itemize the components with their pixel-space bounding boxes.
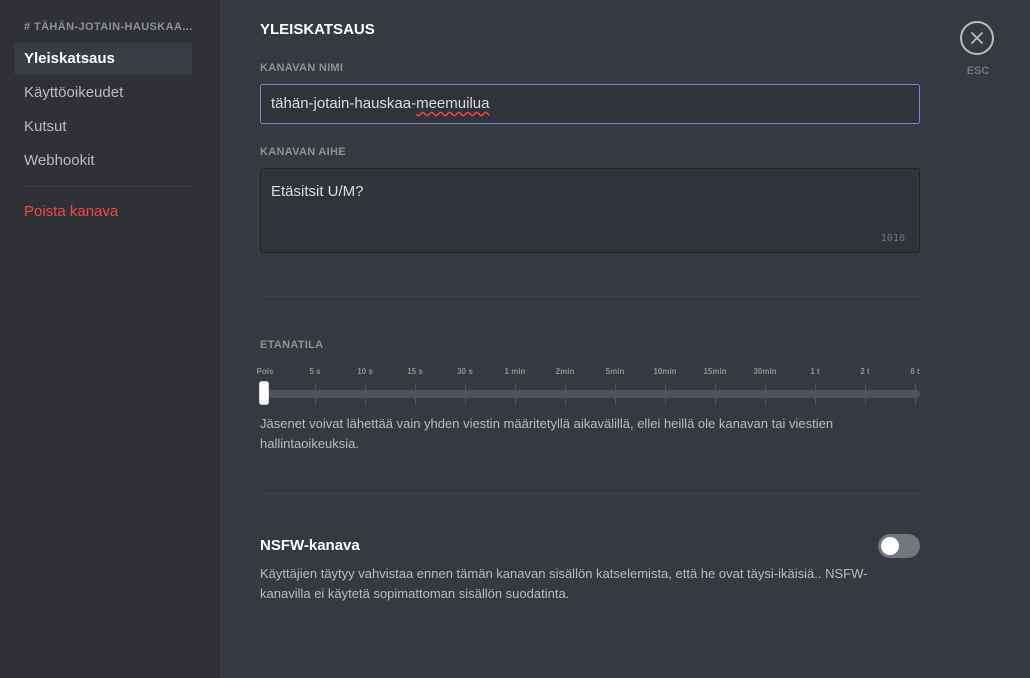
nsfw-toggle[interactable]: [878, 534, 920, 558]
slowmode-tick-label[interactable]: 30 s: [457, 367, 473, 376]
section-divider: [260, 493, 920, 494]
sidebar-item-invites[interactable]: Kutsut: [14, 111, 192, 143]
slowmode-tick-label[interactable]: Pois: [257, 367, 274, 376]
char-counter: 1010: [880, 233, 905, 244]
slowmode-tick-label[interactable]: 1 min: [505, 367, 526, 376]
slowmode-tick-label[interactable]: 2min: [556, 367, 575, 376]
channel-name-input[interactable]: tähän-jotain-hauskaa-meemuilua: [260, 84, 920, 124]
sidebar-item-overview[interactable]: Yleiskatsaus: [14, 43, 192, 75]
slowmode-tick-label[interactable]: 15min: [703, 367, 726, 376]
slowmode-tick-label[interactable]: 5min: [606, 367, 625, 376]
channel-topic-label: KANAVAN AIHE: [260, 146, 346, 158]
slowmode-tick-label[interactable]: 30min: [753, 367, 776, 376]
delete-channel-button[interactable]: Poista kanava: [14, 196, 192, 228]
slowmode-tick-label[interactable]: 2 t: [860, 367, 869, 376]
sidebar-item-permissions[interactable]: Käyttöoikeudet: [14, 77, 192, 109]
channel-name-label: KANAVAN NIMI: [260, 62, 344, 74]
channel-topic-value: Etäsitsit U/M?: [271, 183, 364, 200]
esc-label: ESC: [966, 65, 990, 77]
toggle-knob: [881, 537, 899, 555]
channel-settings: # TÄHÄN-JOTAIN-HAUSKAA... Yleiskatsaus K…: [0, 0, 1030, 678]
close-button[interactable]: [960, 21, 994, 55]
section-divider: [260, 296, 920, 297]
slowmode-tick-label[interactable]: 5 s: [309, 367, 320, 376]
slowmode-label: ETANATILA: [260, 339, 324, 351]
slowmode-help-text: Jäsenet voivat lähettää vain yhden viest…: [260, 416, 834, 451]
slowmode-tick-label[interactable]: 15 s: [407, 367, 423, 376]
nsfw-help-text: Käyttäjien täytyy vahvistaa ennen tämän …: [260, 566, 868, 601]
close-icon: [971, 32, 983, 44]
channel-name-value: tähän-jotain-hauskaa-: [271, 95, 417, 112]
slowmode-slider-track[interactable]: [263, 390, 920, 398]
misspelled-word: meemuilua: [416, 95, 490, 112]
slowmode-tick-label[interactable]: 10 s: [357, 367, 373, 376]
sidebar-item-webhooks[interactable]: Webhookit: [14, 145, 192, 177]
nsfw-title: NSFW-kanava: [260, 537, 360, 554]
slowmode-slider-handle[interactable]: [259, 381, 269, 405]
slowmode-tick-label[interactable]: 1 t: [810, 367, 819, 376]
sidebar-divider: [24, 186, 192, 187]
settings-sidebar: # TÄHÄN-JOTAIN-HAUSKAA... Yleiskatsaus K…: [0, 0, 220, 678]
slowmode-tick-label[interactable]: 6 t: [910, 367, 919, 376]
slowmode-tick-label[interactable]: 10min: [653, 367, 676, 376]
page-title: YLEISKATSAUS: [260, 21, 375, 38]
channel-topic-textarea[interactable]: Etäsitsit U/M? 1010: [260, 168, 920, 253]
channel-header: # TÄHÄN-JOTAIN-HAUSKAA...: [24, 21, 193, 33]
